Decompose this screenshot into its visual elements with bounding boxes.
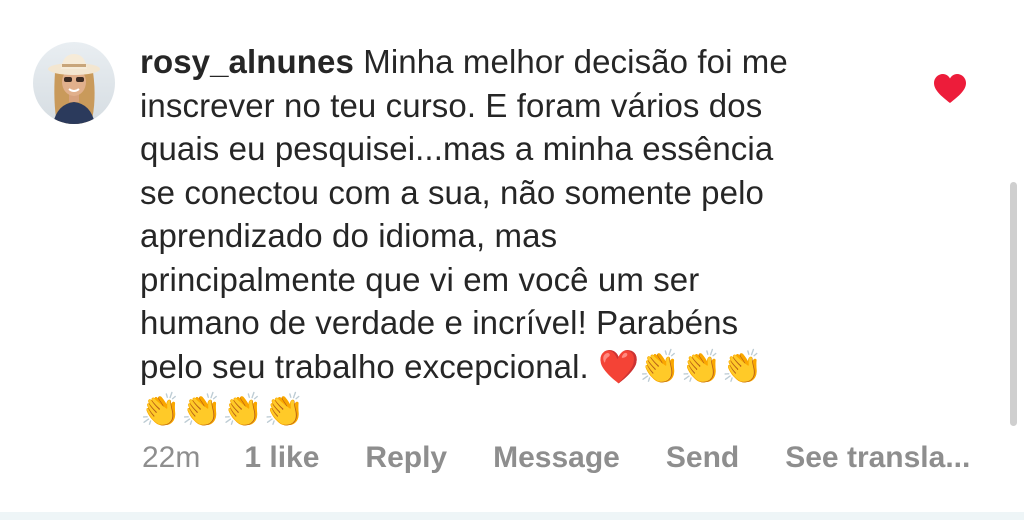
message-button[interactable]: Message [493, 441, 620, 475]
comment-text-line-5: aprendizado do idioma, mas [140, 217, 558, 254]
comment-body: rosy_alnunes Minha melhor decisão foi me… [140, 40, 870, 432]
comment-username[interactable]: rosy_alnunes [140, 43, 354, 80]
like-heart-icon[interactable] [933, 73, 967, 105]
comment-text-line-7: humano de verdade e incrível! Parabéns [140, 304, 739, 341]
comment-text-line-1: Minha melhor decisão foi me [363, 43, 788, 80]
comment-text-line-4: se conectou com a sua, não somente pelo [140, 173, 764, 211]
avatar[interactable] [33, 42, 115, 124]
comment-emoji-heart-clap: ❤️👏👏👏 [598, 347, 763, 385]
scrollbar[interactable] [1010, 182, 1017, 426]
comment-view: rosy_alnunes Minha melhor decisão foi me… [0, 0, 1024, 520]
comment-text-line-2: inscrever no teu curso. E foram vários d… [140, 86, 763, 124]
reply-button[interactable]: Reply [365, 441, 447, 475]
comment-text-line-3: quais eu pesquisei...mas a minha essênci… [140, 130, 774, 167]
bottom-divider [0, 512, 1024, 520]
comment-text-line-8: pelo seu trabalho excepcional. [140, 347, 589, 385]
heart-icon [934, 74, 966, 103]
send-button[interactable]: Send [666, 441, 739, 475]
comment-actions: 22m 1 like Reply Message Send See transl… [142, 438, 970, 478]
likes-count-button[interactable]: 1 like [244, 441, 319, 475]
comment-text-line-6: principalmente que vi em você um ser [140, 260, 700, 298]
see-translation-button[interactable]: See transla... [785, 441, 970, 475]
comment-timestamp: 22m [142, 441, 201, 474]
profile-photo [33, 42, 115, 124]
comment-emoji-claps: 👏👏👏👏 [140, 391, 305, 428]
